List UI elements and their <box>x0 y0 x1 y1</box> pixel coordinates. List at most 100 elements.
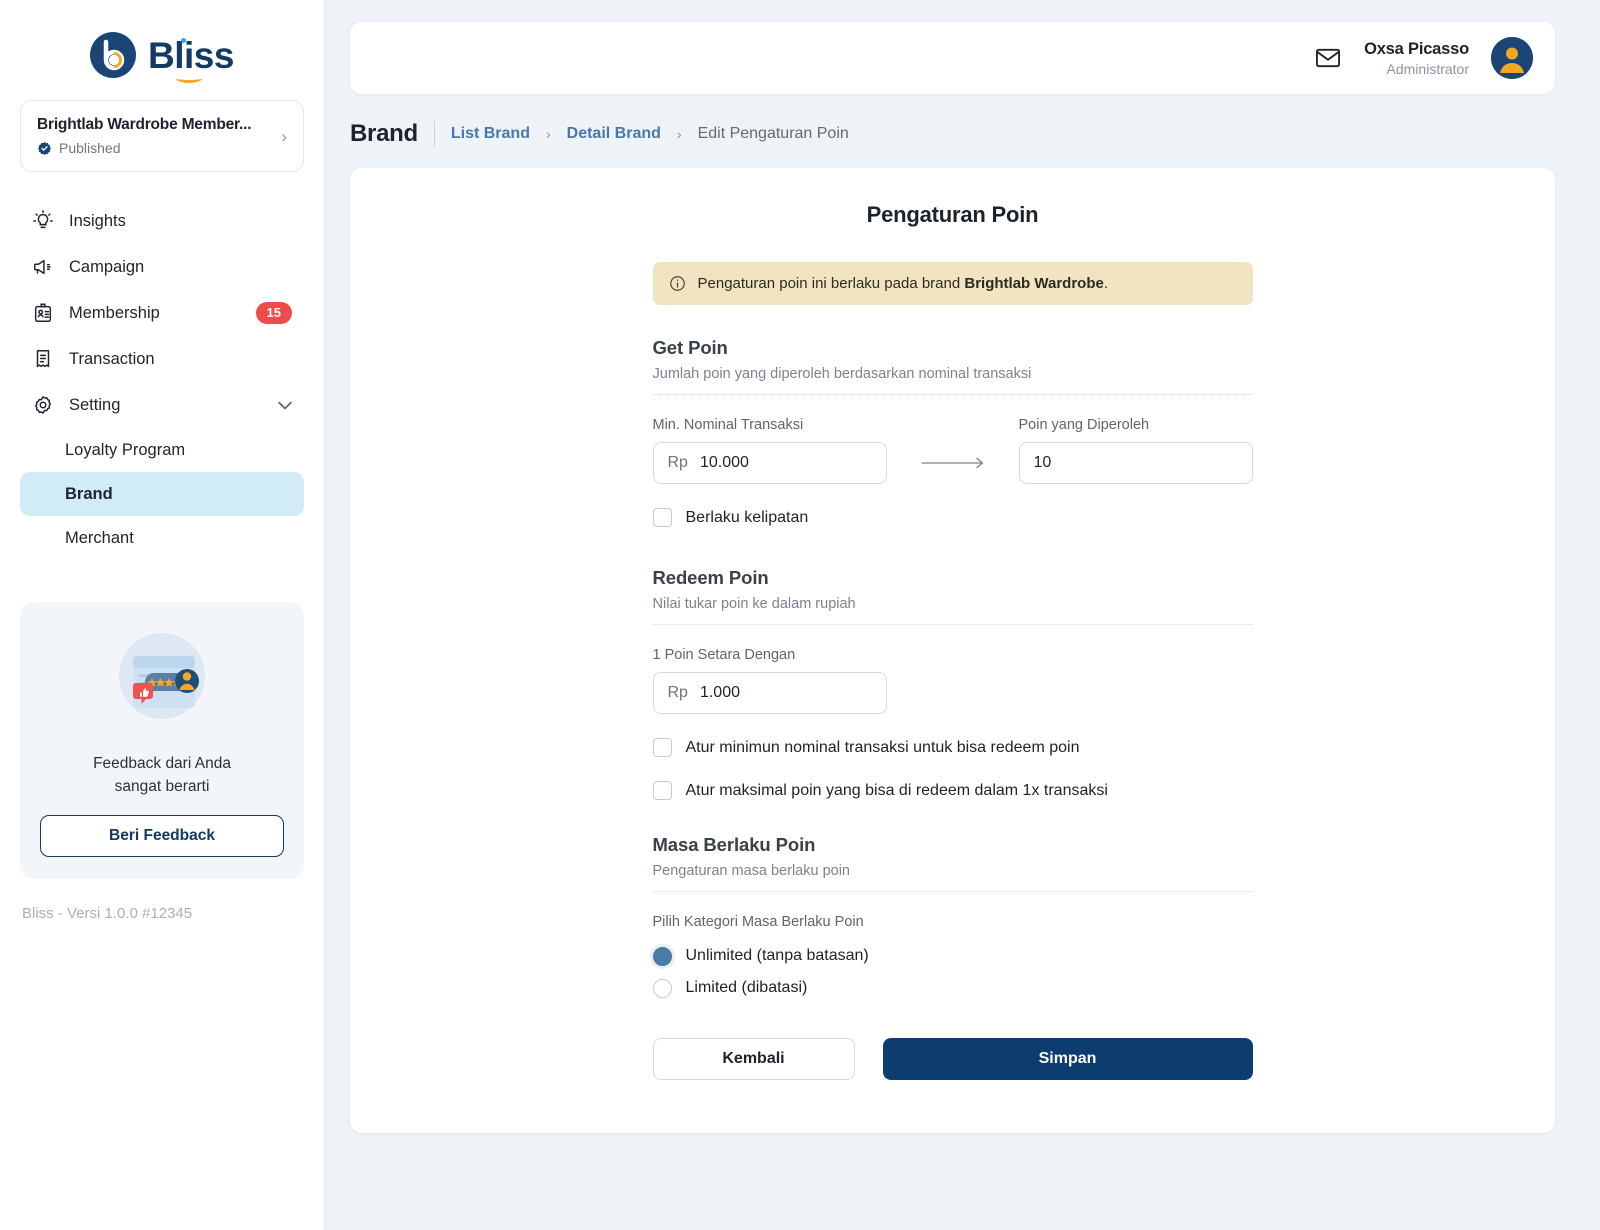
brand-selector-info: Brightlab Wardrobe Member... Published <box>37 116 273 156</box>
logo-wordmark: Bliss <box>148 37 234 83</box>
breadcrumb-link-list-brand[interactable]: List Brand <box>451 125 530 143</box>
max-redeem-checkbox[interactable] <box>652 781 672 800</box>
section-divider <box>652 394 1253 395</box>
sidebar-item-label: Campaign <box>69 257 145 276</box>
verified-badge-icon <box>37 141 52 156</box>
form-title: Pengaturan Poin <box>866 202 1039 227</box>
berlaku-kelipatan-row[interactable]: Berlaku kelipatan <box>652 508 1253 527</box>
user-info[interactable]: Oxsa Picasso Administrator <box>1364 40 1469 77</box>
radio-option-unlimited[interactable]: Unlimited (tanpa batasan) <box>652 940 1253 972</box>
megaphone-icon <box>32 256 54 278</box>
masa-berlaku-section: Masa Berlaku Poin Pengaturan masa berlak… <box>652 834 1253 1004</box>
chevron-right-icon[interactable]: › <box>281 128 287 145</box>
masa-berlaku-subheading: Pengaturan masa berlaku poin <box>652 863 851 879</box>
section-divider <box>652 624 1253 625</box>
chevron-down-icon[interactable] <box>278 398 292 413</box>
sidebar-item-insights[interactable]: Insights <box>20 198 304 244</box>
get-poin-fields: Min. Nominal Transaksi Rp 10.000 Poin ya… <box>652 417 1253 484</box>
simpan-button[interactable]: Simpan <box>882 1038 1253 1080</box>
currency-prefix: Rp <box>667 454 688 471</box>
sidebar-item-transaction[interactable]: Transaction <box>20 336 304 382</box>
redeem-poin-heading: Redeem Poin <box>652 567 769 588</box>
berlaku-kelipatan-checkbox[interactable] <box>652 508 672 527</box>
sidebar-item-setting[interactable]: Setting <box>20 382 304 428</box>
sidebar-item-brand[interactable]: Brand <box>20 472 304 516</box>
user-role: Administrator <box>1386 60 1469 77</box>
sidebar-item-membership[interactable]: Membership 15 <box>20 290 304 336</box>
page-title: Brand <box>350 120 418 147</box>
breadcrumb-separator-icon: › <box>545 126 551 142</box>
receipt-icon <box>32 348 54 370</box>
poin-diperoleh-field: Poin yang Diperoleh 10 <box>1018 417 1253 484</box>
feedback-card: Feedback dari Anda sangat berarti Beri F… <box>20 602 304 879</box>
main-navigation: Insights Campaign Membership 15 Transact… <box>20 198 304 560</box>
min-nominal-field: Min. Nominal Transaksi Rp 10.000 <box>652 417 887 484</box>
max-redeem-label: Atur maksimal poin yang bisa di redeem d… <box>685 781 1108 799</box>
id-card-icon <box>32 302 54 324</box>
info-alert: Pengaturan poin ini berlaku pada brand B… <box>652 262 1253 305</box>
subnav-label: Brand <box>65 484 113 503</box>
sidebar-item-loyalty-program[interactable]: Loyalty Program <box>20 428 304 472</box>
min-nominal-input[interactable]: Rp 10.000 <box>652 442 887 484</box>
envelope-icon[interactable] <box>1314 44 1342 72</box>
min-redeem-label: Atur minimun nominal transaksi untuk bis… <box>685 738 1080 756</box>
breadcrumb-separator-icon: › <box>676 126 682 142</box>
poin-rate-value: 1.000 <box>699 684 740 701</box>
user-name: Oxsa Picasso <box>1364 39 1469 58</box>
brand-status-label: Published <box>59 140 121 156</box>
masa-berlaku-category-label: Pilih Kategori Masa Berlaku Poin <box>652 914 864 930</box>
feedback-illustration-icon <box>95 628 230 738</box>
poin-diperoleh-value: 10 <box>1033 454 1052 471</box>
logo-smile-icon <box>176 74 203 83</box>
breadcrumb-link-detail-brand[interactable]: Detail Brand <box>567 125 661 143</box>
alert-brand-name: Brightlab Wardrobe <box>964 275 1104 292</box>
breadcrumb: Brand List Brand › Detail Brand › Edit P… <box>350 94 1555 168</box>
app-root: Bliss Brightlab Wardrobe Member... Publi… <box>0 0 1600 1230</box>
get-poin-heading: Get Poin <box>652 337 728 358</box>
main-area: Oxsa Picasso Administrator Brand List Br… <box>325 0 1600 1230</box>
sidebar-item-merchant[interactable]: Merchant <box>20 516 304 560</box>
point-settings-form: Pengaturan Poin Pengaturan poin ini berl… <box>652 202 1253 1080</box>
app-logo[interactable]: Bliss <box>20 0 304 100</box>
sidebar-item-label: Setting <box>69 395 121 414</box>
alert-text-before: Pengaturan poin ini berlaku pada brand <box>697 275 965 292</box>
feedback-line-2: sangat berarti <box>114 778 210 796</box>
kembali-button[interactable]: Kembali <box>652 1038 855 1080</box>
feedback-line-1: Feedback dari Anda <box>93 755 231 772</box>
poin-diperoleh-input[interactable]: 10 <box>1018 442 1253 484</box>
brand-selector-card[interactable]: Brightlab Wardrobe Member... Published › <box>20 100 304 172</box>
brand-selector-title: Brightlab Wardrobe Member... <box>37 116 252 133</box>
currency-prefix: Rp <box>667 684 688 701</box>
redeem-poin-section: Redeem Poin Nilai tukar poin ke dalam ru… <box>652 567 1253 800</box>
status-badge: Published <box>37 140 273 156</box>
feedback-text: Feedback dari Anda sangat berarti <box>40 752 284 799</box>
max-redeem-row[interactable]: Atur maksimal poin yang bisa di redeem d… <box>652 781 1253 800</box>
min-redeem-checkbox[interactable] <box>652 738 672 757</box>
section-divider <box>652 891 1253 892</box>
get-poin-section: Get Poin Jumlah poin yang diperoleh berd… <box>652 337 1253 527</box>
app-version-label: Bliss - Versi 1.0.0 #12345 <box>22 904 193 922</box>
berlaku-kelipatan-label: Berlaku kelipatan <box>685 508 809 526</box>
gear-icon <box>32 394 54 416</box>
sidebar-item-campaign[interactable]: Campaign <box>20 244 304 290</box>
beri-feedback-button[interactable]: Beri Feedback <box>40 814 284 857</box>
poin-rate-field: 1 Poin Setara Dengan Rp 1.000 <box>652 647 887 714</box>
top-bar: Oxsa Picasso Administrator <box>350 22 1555 94</box>
sidebar-item-label: Insights <box>69 211 126 230</box>
unlimited-label: Unlimited (tanpa batasan) <box>685 947 869 964</box>
form-actions: Kembali Simpan <box>652 1038 1253 1080</box>
poin-diperoleh-label: Poin yang Diperoleh <box>1018 417 1150 433</box>
min-redeem-row[interactable]: Atur minimun nominal transaksi untuk bis… <box>652 738 1253 757</box>
unlimited-radio[interactable] <box>652 946 672 966</box>
avatar[interactable] <box>1491 37 1533 79</box>
radio-option-limited[interactable]: Limited (dibatasi) <box>652 972 1253 1004</box>
breadcrumb-current: Edit Pengaturan Poin <box>697 125 849 142</box>
masa-berlaku-heading: Masa Berlaku Poin <box>652 834 816 855</box>
sidebar-item-label: Membership <box>69 303 160 322</box>
subnav-label: Loyalty Program <box>65 440 186 459</box>
poin-rate-input[interactable]: Rp 1.000 <box>652 672 887 714</box>
min-nominal-label: Min. Nominal Transaksi <box>652 417 804 433</box>
limited-radio[interactable] <box>652 978 672 998</box>
